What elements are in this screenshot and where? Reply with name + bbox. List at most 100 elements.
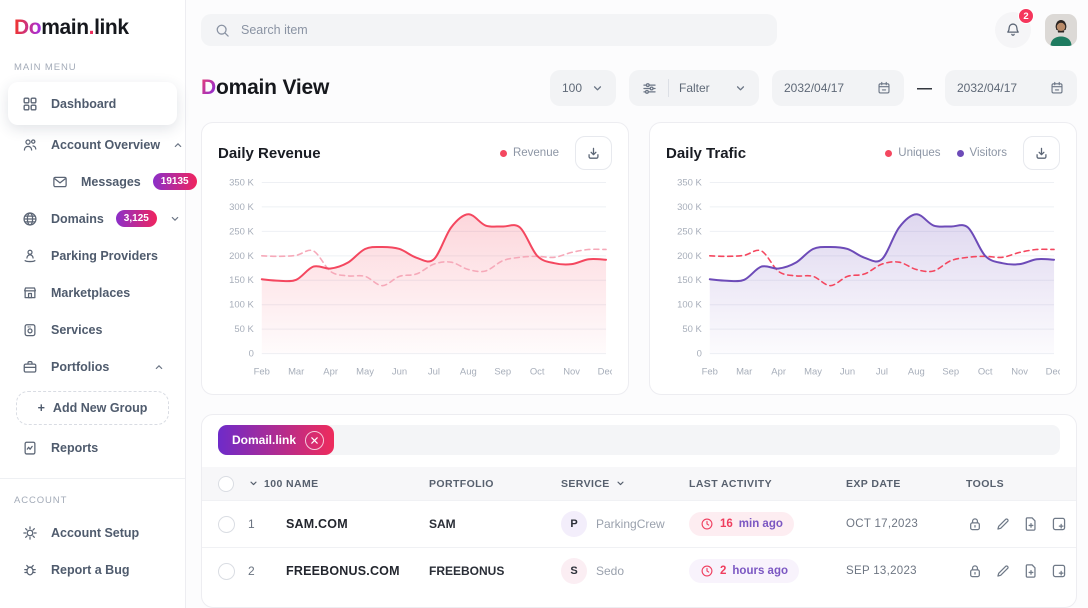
logo-text: main [41, 16, 88, 39]
row-checkbox[interactable] [218, 516, 235, 533]
activity-value: 2 [720, 565, 726, 577]
page-title-rest: omain View [216, 76, 329, 99]
sidebar-item-domains[interactable]: Domains 3,125 [8, 201, 177, 236]
svg-text:150 K: 150 K [229, 275, 254, 286]
file-add-tool-button[interactable] [1022, 515, 1040, 533]
page-title: Domain View [201, 76, 329, 100]
edit-tool-button[interactable] [994, 562, 1012, 580]
per-page-select[interactable]: 100 [550, 70, 616, 106]
sidebar-item-label: Services [51, 323, 165, 337]
download-icon [1033, 145, 1050, 162]
column-header-name[interactable]: NAME [286, 478, 429, 490]
svg-text:Apr: Apr [771, 367, 786, 378]
chevron-down-icon [169, 213, 181, 225]
legend-label: Visitors [970, 147, 1008, 159]
parking-person-icon [20, 246, 39, 265]
clock-icon [700, 517, 714, 531]
sidebar-item-marketplaces[interactable]: Marketplaces [8, 275, 177, 310]
sidebar-item-portfolios[interactable]: Portfolios [8, 349, 177, 384]
file-add-tool-button[interactable] [1022, 562, 1040, 580]
svg-text:Sep: Sep [942, 367, 959, 378]
svg-text:200 K: 200 K [229, 251, 254, 262]
search-bar[interactable] [201, 14, 777, 46]
svg-text:Sep: Sep [494, 367, 511, 378]
domain-name: SAM.COM [286, 517, 429, 531]
lock-tool-button[interactable] [966, 562, 984, 580]
svg-text:Feb: Feb [702, 367, 718, 378]
activity-badge: 16 min ago [689, 512, 794, 536]
remove-chip-button[interactable] [305, 431, 324, 450]
charts-row: Daily Revenue Revenue 050 K100 K150 K200… [201, 122, 1077, 395]
domain-filter-chip[interactable]: Domail.link [218, 425, 334, 455]
bell-icon [1004, 21, 1022, 39]
svg-text:Nov: Nov [1011, 367, 1028, 378]
svg-text:350 K: 350 K [677, 177, 702, 188]
column-header-service[interactable]: SERVICE [561, 478, 689, 490]
last-activity-cell: 16 min ago [689, 512, 846, 536]
sidebar-item-account-setup[interactable]: Account Setup [8, 515, 177, 550]
service-cell: S Sedo [561, 558, 689, 584]
briefcase-icon [20, 357, 39, 376]
legend-label: Revenue [513, 147, 559, 159]
svg-text:Mar: Mar [288, 367, 304, 378]
svg-text:Aug: Aug [460, 367, 477, 378]
bug-icon [20, 560, 39, 579]
svg-text:Dec: Dec [1046, 367, 1060, 378]
notifications-button[interactable]: 2 [995, 12, 1031, 48]
page-title-accent: D [201, 76, 216, 99]
chevron-up-icon [153, 361, 165, 373]
sidebar-item-label: Dashboard [51, 97, 165, 111]
dashboard-grid-icon [20, 94, 39, 113]
column-header-exp-date[interactable]: EXP DATE [846, 478, 966, 490]
sidebar-item-dashboard[interactable]: Dashboard [8, 82, 177, 125]
date-from-input[interactable]: 2032/04/17 [772, 70, 904, 106]
sidebar-item-reports[interactable]: Reports [8, 430, 177, 465]
add-new-group-label: Add New Group [53, 401, 147, 415]
column-header-portfolio[interactable]: PORTFOLIO [429, 478, 561, 490]
globe-icon [20, 209, 39, 228]
filter-dropdown[interactable]: Falter [629, 70, 759, 106]
account-section-label: ACCOUNT [0, 479, 185, 514]
legend-uniques: Uniques [885, 147, 940, 159]
exp-date: SEP 13,2023 [846, 565, 966, 577]
search-input[interactable] [241, 23, 764, 37]
table-row[interactable]: 2 FREEBONUS.COM FREEBONUS S Sedo 2 hours… [202, 547, 1076, 594]
sidebar-item-label: Account Overview [51, 138, 160, 152]
app-logo[interactable]: Domain.link [0, 0, 185, 46]
portfolio-name: SAM [429, 517, 561, 531]
date-from-value: 2032/04/17 [784, 81, 844, 95]
sidebar-item-parking-providers[interactable]: Parking Providers [8, 238, 177, 273]
sidebar-item-report-a-bug[interactable]: Report a Bug [8, 552, 177, 587]
lock-tool-button[interactable] [966, 515, 984, 533]
svg-text:250 K: 250 K [677, 226, 702, 237]
column-header-last-activity[interactable]: LAST ACTIVITY [689, 478, 846, 490]
legend-dot [885, 150, 892, 157]
column-header-count[interactable]: 100 [248, 478, 286, 490]
duplicate-add-tool-button[interactable] [1050, 515, 1068, 533]
svg-text:300 K: 300 K [677, 202, 702, 213]
table-row[interactable]: 1 SAM.COM SAM P ParkingCrew 16 min ago O… [202, 500, 1076, 547]
sidebar-item-services[interactable]: Services [8, 312, 177, 347]
sidebar-item-account-overview[interactable]: Account Overview [8, 127, 177, 162]
svg-text:250 K: 250 K [229, 226, 254, 237]
column-header-label: SERVICE [561, 478, 610, 490]
chevron-up-icon [172, 139, 184, 151]
legend-label: Uniques [898, 147, 940, 159]
date-to-input[interactable]: 2032/04/17 [945, 70, 1077, 106]
legend-revenue: Revenue [500, 147, 559, 159]
user-avatar[interactable] [1045, 14, 1077, 46]
duplicate-add-tool-button[interactable] [1050, 562, 1068, 580]
domains-table-card: Domail.link 100 NAME PORTFOLIO SERVICE L… [201, 414, 1077, 608]
edit-tool-button[interactable] [994, 515, 1012, 533]
sidebar-item-messages[interactable]: Messages 19135 [38, 164, 177, 199]
add-new-group-button[interactable]: + Add New Group [16, 391, 169, 425]
row-number: 2 [248, 564, 286, 578]
select-all-checkbox[interactable] [218, 476, 234, 492]
exp-date: OCT 17,2023 [846, 518, 966, 530]
sidebar-item-label: Messages [81, 175, 141, 189]
last-activity-cell: 2 hours ago [689, 559, 846, 583]
download-chart-button[interactable] [575, 136, 612, 170]
topbar: 2 [201, 0, 1077, 58]
download-chart-button[interactable] [1023, 136, 1060, 170]
row-checkbox[interactable] [218, 563, 235, 580]
